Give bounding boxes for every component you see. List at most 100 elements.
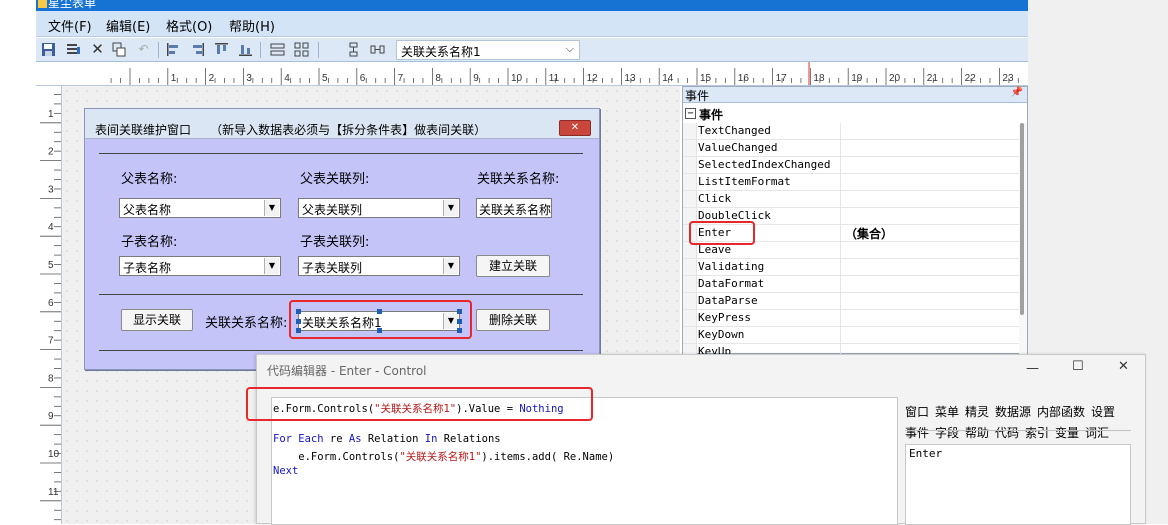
align-bottom-icon[interactable] <box>238 42 253 57</box>
code-line: Next <box>273 465 299 477</box>
tab-6[interactable]: 词汇 <box>1085 424 1109 441</box>
ruler-number: 9 <box>48 411 54 422</box>
dropdown-arrow-icon[interactable]: ▼ <box>443 200 458 216</box>
property-row[interactable]: ValueChanged <box>683 140 1019 157</box>
property-row[interactable]: TextChanged <box>683 123 1019 140</box>
spacing-horizontal-icon[interactable] <box>370 42 385 57</box>
property-name: DataFormat <box>698 277 765 290</box>
copy-icon[interactable] <box>112 42 127 57</box>
tab-4[interactable]: 索引 <box>1025 424 1049 441</box>
code-line: e.Form.Controls("关联关系名称1").items.add( Re… <box>273 451 615 463</box>
menu-format[interactable]: 格式(O) <box>166 16 212 35</box>
chevron-down-icon: ⌵ <box>565 42 574 55</box>
delete-relation-button[interactable]: 删除关联 <box>476 309 550 331</box>
ruler-number: 3 <box>48 184 54 195</box>
menu-file[interactable]: 文件(F) <box>48 16 92 35</box>
cut-icon[interactable]: ✕ <box>90 42 105 57</box>
properties-icon[interactable] <box>66 42 81 57</box>
parent-column-label: 父表关联列: <box>300 172 370 187</box>
ruler-number: 4 <box>284 73 290 84</box>
tab-5[interactable]: 变量 <box>1055 424 1079 441</box>
dropdown-arrow-icon[interactable]: ▼ <box>264 200 279 216</box>
ruler-number: 4 <box>48 222 54 233</box>
scrollbar[interactable] <box>1019 123 1027 355</box>
tab-3[interactable]: 代码 <box>995 424 1019 441</box>
pin-icon[interactable]: 📌 <box>1011 87 1023 98</box>
parent-column-combo[interactable]: 父表关联列 ▼ <box>298 198 460 218</box>
ruler-number: 10 <box>511 73 523 84</box>
spacing-vertical-icon[interactable] <box>346 42 361 57</box>
ruler-number: 20 <box>889 73 901 84</box>
ruler-number: 3 <box>246 73 252 84</box>
align-top-icon[interactable] <box>214 42 229 57</box>
property-row[interactable]: Click <box>683 191 1019 208</box>
highlight-box <box>689 221 755 245</box>
relation-name-input[interactable]: 关联关系名称 <box>476 198 552 218</box>
align-left-icon[interactable] <box>166 42 181 57</box>
child-column-value: 子表关联列 <box>302 261 363 275</box>
child-table-combo[interactable]: 子表名称 ▼ <box>119 256 281 276</box>
menu-help[interactable]: 帮助(H) <box>229 16 275 35</box>
child-column-combo[interactable]: 子表关联列 ▼ <box>298 256 460 276</box>
vertical-ruler: 123456789101112 <box>36 86 62 524</box>
create-relation-button[interactable]: 建立关联 <box>476 255 550 277</box>
property-name: KeyPress <box>698 311 751 324</box>
code-line: For Each re As Relation In Relations <box>273 433 501 445</box>
minimize-icon[interactable]: — <box>1026 361 1039 376</box>
tab-5[interactable]: 设置 <box>1091 403 1115 420</box>
tab-0[interactable]: 事件 <box>905 424 929 441</box>
child-table-value: 子表名称 <box>123 261 172 275</box>
tab-4[interactable]: 内部函数 <box>1037 403 1085 420</box>
tab-3[interactable]: 数据源 <box>995 403 1031 420</box>
property-row[interactable]: KeyPress <box>683 310 1019 327</box>
property-row[interactable]: SelectedIndexChanged <box>683 157 1019 174</box>
category-label: 事件 <box>699 108 724 122</box>
ruler-number: 22 <box>965 73 977 84</box>
child-column-label: 子表关联列: <box>300 235 370 250</box>
property-panel: 事件 📌 − 事件 TextChanged ValueChanged Selecte… <box>682 86 1028 361</box>
close-icon[interactable]: ✕ <box>559 120 591 136</box>
property-name: ListItemFormat <box>698 175 791 188</box>
property-row[interactable]: DataFormat <box>683 276 1019 293</box>
ruler-number: 13 <box>624 73 636 84</box>
control-select[interactable]: 关联关系名称1 ⌵ <box>396 40 580 60</box>
menu-bar: 文件(F) 编辑(E) 格式(O) 帮助(H) <box>36 11 1028 37</box>
dropdown-arrow-icon[interactable]: ▼ <box>443 258 458 274</box>
property-row[interactable]: Validating <box>683 259 1019 276</box>
ruler-number: 1 <box>48 109 54 120</box>
divider <box>99 294 583 295</box>
close-icon[interactable]: ✕ <box>1118 359 1129 374</box>
parent-table-label: 父表名称: <box>121 172 178 187</box>
property-name: Click <box>698 192 732 205</box>
ruler-number: 11 <box>48 487 59 498</box>
scrollbar-thumb[interactable] <box>1020 123 1024 315</box>
undo-icon[interactable]: ↶ <box>136 42 151 57</box>
maximize-icon[interactable]: ☐ <box>1072 359 1084 374</box>
ruler-number: 16 <box>738 73 750 84</box>
parent-table-value: 父表名称 <box>123 203 172 217</box>
ruler-number: 9 <box>473 73 479 84</box>
app-icon <box>38 0 47 8</box>
tab-0[interactable]: 窗口 <box>905 403 929 420</box>
ruler-number: 21 <box>927 73 939 84</box>
show-relation-button[interactable]: 显示关联 <box>121 309 193 331</box>
tab-1[interactable]: 菜单 <box>935 403 959 420</box>
property-category[interactable]: − 事件 <box>683 105 1027 123</box>
dropdown-arrow-icon[interactable]: ▼ <box>264 258 279 274</box>
property-row[interactable]: KeyDown <box>683 327 1019 344</box>
parent-table-combo[interactable]: 父表名称 ▼ <box>119 198 281 218</box>
collapse-icon[interactable]: − <box>685 108 696 119</box>
tab-1[interactable]: 字段 <box>935 424 959 441</box>
event-list-item[interactable]: Enter <box>909 447 942 460</box>
same-size-icon[interactable] <box>294 42 309 57</box>
menu-edit[interactable]: 编辑(E) <box>106 16 150 35</box>
event-list[interactable]: Enter <box>905 444 1131 525</box>
same-width-icon[interactable] <box>270 42 285 57</box>
tab-2[interactable]: 帮助 <box>965 424 989 441</box>
tab-2[interactable]: 精灵 <box>965 403 989 420</box>
save-icon[interactable] <box>41 42 56 57</box>
divider <box>99 153 583 154</box>
property-row[interactable]: ListItemFormat <box>683 174 1019 191</box>
align-right-icon[interactable] <box>190 42 205 57</box>
property-row[interactable]: DataParse <box>683 293 1019 310</box>
